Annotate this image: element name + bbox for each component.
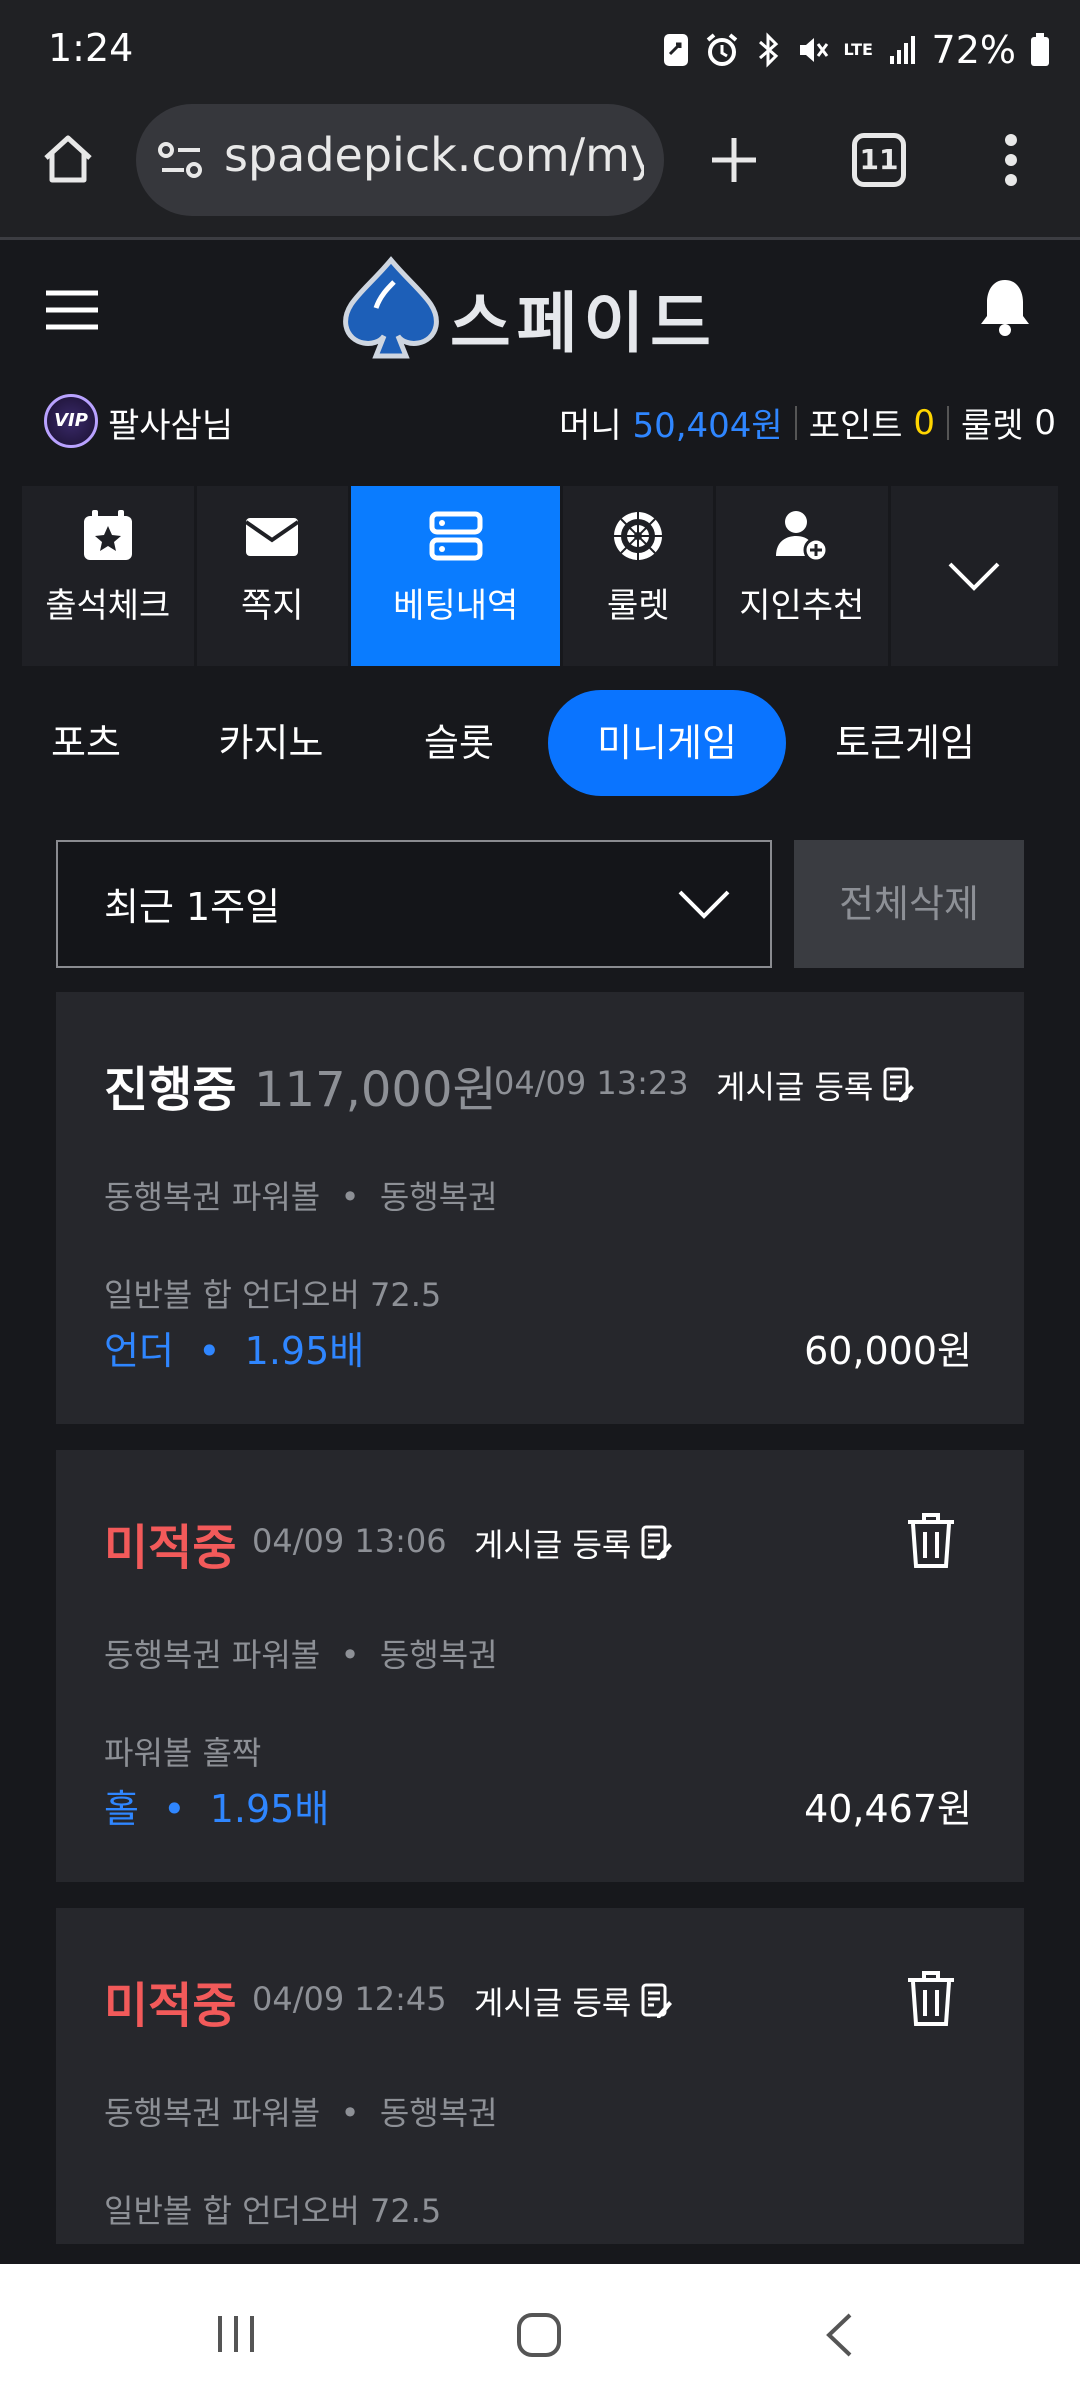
calendar-star-icon xyxy=(80,508,136,564)
tab-minigame[interactable]: 미니게임 xyxy=(548,690,786,796)
bet-win-amount: 60,000원 xyxy=(804,1329,972,1373)
tab-slot[interactable]: 슬롯 xyxy=(404,690,514,796)
bet-status: 미적중 xyxy=(104,1978,237,2034)
hamburger-menu-icon[interactable] xyxy=(44,290,100,330)
site-logo-text[interactable]: 스페이드 xyxy=(450,270,717,366)
vip-badge-label: VIP xyxy=(54,410,88,431)
battery-icon xyxy=(1030,33,1050,67)
bet-odds: 1.95배 xyxy=(244,1329,365,1373)
trash-icon[interactable] xyxy=(904,1510,958,1570)
divider xyxy=(946,405,949,440)
tab-sports[interactable]: 포츠 xyxy=(40,690,132,796)
divider xyxy=(794,405,797,440)
bet-odds: 1.95배 xyxy=(209,1787,330,1831)
menu-label: 룰렛 xyxy=(606,586,670,626)
bet-provider: 동행복권 xyxy=(379,2094,498,2132)
bet-pick-line: 언더 • 1.95배 xyxy=(104,1329,365,1373)
bet-date: 04/09 12:45 xyxy=(252,1980,447,2018)
tab-switcher-button[interactable]: 11 xyxy=(852,133,906,187)
bet-pick-line: 홀 • 1.95배 xyxy=(104,1787,330,1831)
sync-icon xyxy=(662,32,690,68)
menu-bet-history[interactable]: 베팅내역 xyxy=(351,486,561,666)
bet-win-amount: 40,467원 xyxy=(804,1787,972,1831)
edit-note-icon xyxy=(641,1525,673,1561)
envelope-icon xyxy=(244,508,300,564)
chevron-down-icon xyxy=(676,888,732,920)
money-label: 머니 xyxy=(559,406,622,446)
alarm-icon xyxy=(704,32,740,68)
bet-status: 미적중 xyxy=(104,1520,237,1576)
post-register-label: 게시글 등록 xyxy=(474,1526,632,1564)
roulette-icon xyxy=(610,508,666,564)
bet-market: 파워볼 홀짝 xyxy=(104,1734,262,1772)
bell-icon[interactable] xyxy=(978,276,1032,338)
post-register-button[interactable]: 게시글 등록 xyxy=(474,1520,673,1566)
new-tab-icon[interactable] xyxy=(708,134,760,186)
bet-amount: 117,000원 xyxy=(254,1062,497,1118)
post-register-label: 게시글 등록 xyxy=(474,1984,632,2022)
more-options-icon[interactable] xyxy=(996,132,1026,188)
menu-label: 베팅내역 xyxy=(393,586,519,626)
add-user-icon xyxy=(774,508,830,564)
menu-attendance[interactable]: 출석체크 xyxy=(22,486,194,666)
tab-casino[interactable]: 카지노 xyxy=(206,690,336,796)
home-icon[interactable] xyxy=(40,130,96,186)
edit-note-icon xyxy=(883,1067,915,1103)
post-register-label: 게시글 등록 xyxy=(716,1068,874,1106)
vip-badge: VIP xyxy=(44,394,98,448)
bet-provider: 동행복권 xyxy=(379,1178,498,1216)
bet-market: 일반볼 합 언더오버 72.5 xyxy=(104,1276,442,1314)
menu-more-button[interactable] xyxy=(890,486,1058,666)
mypage-menu: 출석체크 쪽지 베팅내역 룰렛 지인추천 xyxy=(22,486,1058,666)
tab-token-game[interactable]: 토큰게임 xyxy=(820,690,990,796)
status-icons: LTE 72% xyxy=(662,26,1050,74)
spade-logo-icon[interactable] xyxy=(336,256,446,360)
bet-pick: 홀 xyxy=(104,1787,139,1831)
bet-game-line: 동행복권 파워볼 • 동행복권 xyxy=(104,1178,498,1216)
bet-game-line: 동행복권 파워볼 • 동행복권 xyxy=(104,2094,498,2132)
menu-messages[interactable]: 쪽지 xyxy=(196,486,349,666)
battery-percent: 72% xyxy=(931,28,1016,72)
period-value: 최근 1주일 xyxy=(104,885,281,929)
edit-note-icon xyxy=(641,1983,673,2019)
url-text[interactable]: spadepick.com/my/l xyxy=(224,128,644,182)
bet-game: 동행복권 파워볼 xyxy=(104,1178,321,1216)
bet-game: 동행복권 파워볼 xyxy=(104,1636,321,1674)
bet-provider: 동행복권 xyxy=(379,1636,498,1674)
mute-icon xyxy=(796,32,830,68)
signal-icon xyxy=(888,34,918,66)
back-nav-icon[interactable] xyxy=(824,2312,854,2358)
recent-apps-icon[interactable] xyxy=(214,2312,258,2356)
bet-date: 04/09 13:23 xyxy=(494,1064,689,1102)
site-settings-icon[interactable] xyxy=(158,140,204,180)
trash-icon[interactable] xyxy=(904,1968,958,2028)
menu-referral[interactable]: 지인추천 xyxy=(716,486,888,666)
bet-game-line: 동행복권 파워볼 • 동행복권 xyxy=(104,1636,498,1674)
menu-label: 쪽지 xyxy=(240,586,304,626)
bet-game: 동행복권 파워볼 xyxy=(104,2094,321,2132)
delete-all-button[interactable]: 전체삭제 xyxy=(794,840,1024,968)
status-time: 1:24 xyxy=(48,26,134,70)
post-register-button[interactable]: 게시글 등록 xyxy=(474,1978,673,2024)
chevron-down-icon xyxy=(946,560,1002,592)
bluetooth-icon xyxy=(754,32,782,68)
post-register-button[interactable]: 게시글 등록 xyxy=(716,1062,915,1108)
bet-date: 04/09 13:06 xyxy=(252,1522,447,1560)
roulette-label: 룰렛 xyxy=(960,406,1024,446)
menu-label: 지인추천 xyxy=(739,586,865,626)
bet-status: 진행중 xyxy=(104,1062,237,1118)
wallet-summary: 머니 50,404원 포인트 0 룰렛 0 xyxy=(559,398,1056,447)
point-value: 0 xyxy=(913,402,935,443)
user-name: 팔사삼님 xyxy=(108,406,234,446)
roulette-value: 0 xyxy=(1034,402,1056,443)
menu-label: 출석체크 xyxy=(45,586,171,626)
point-label: 포인트 xyxy=(808,406,903,446)
list-icon xyxy=(428,508,484,564)
lte-icon: LTE xyxy=(843,40,873,59)
menu-roulette[interactable]: 룰렛 xyxy=(563,486,713,666)
money-value: 50,404원 xyxy=(632,406,783,446)
bet-market: 일반볼 합 언더오버 72.5 xyxy=(104,2192,442,2230)
bet-pick: 언더 xyxy=(104,1329,174,1373)
home-nav-icon[interactable] xyxy=(516,2312,562,2358)
